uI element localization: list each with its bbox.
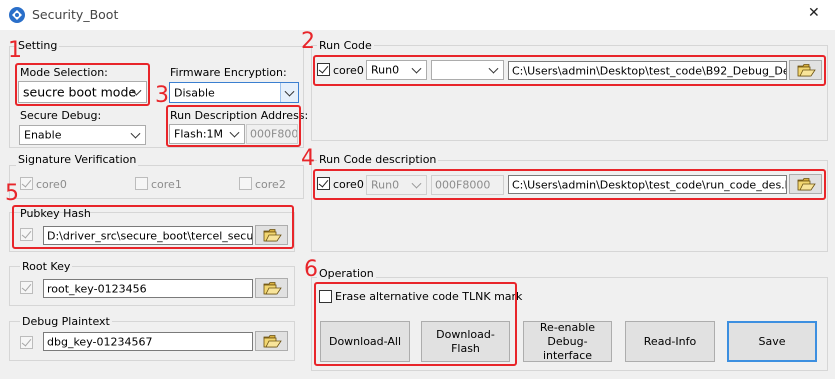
annotation-number-1: 1 (8, 38, 22, 63)
root-key-field[interactable]: root_key-0123456 (43, 279, 253, 298)
annotation-number-4: 4 (301, 146, 315, 171)
core0-signature-label: core0 (36, 178, 67, 191)
run-code-description-label: Run Code description (317, 153, 439, 166)
window-title: Security_Boot (32, 7, 119, 22)
annotation-number-6: 6 (304, 257, 318, 282)
debug-plaintext-browse-button[interactable] (255, 331, 288, 351)
core0-signature-checkbox[interactable] (20, 177, 33, 190)
close-icon[interactable]: ✕ (808, 5, 820, 21)
root-key-checkbox[interactable] (20, 281, 33, 294)
operation-label: Operation (317, 267, 376, 280)
save-button[interactable]: Save (727, 321, 817, 362)
root-key-value: root_key-0123456 (47, 282, 147, 295)
chevron-down-icon (127, 126, 145, 144)
read-info-label: Read-Info (643, 334, 697, 348)
setting-group-label: Setting (16, 39, 60, 52)
reenable-label-line1: Re-enable (539, 320, 596, 334)
debug-plaintext-value: dbg_key-01234567 (47, 335, 153, 348)
annotation-box-4 (313, 169, 826, 200)
reenable-debug-interface-button[interactable]: Re-enable Debug-interface (523, 321, 612, 362)
annotation-box-6 (314, 282, 517, 366)
firmware-encryption-value: Disable (174, 86, 215, 99)
app-icon (9, 7, 25, 23)
save-label: Save (758, 334, 786, 348)
open-folder-icon (263, 282, 282, 295)
title-bar: Security_Boot ✕ (0, 0, 835, 30)
firmware-encryption-label: Firmware Encryption: (170, 66, 287, 79)
annotation-box-3 (166, 105, 301, 147)
core2-signature-checkbox[interactable] (239, 177, 252, 190)
debug-plaintext-label: Debug Plaintext (20, 315, 112, 328)
open-folder-icon (263, 335, 282, 348)
annotation-number-5: 5 (5, 181, 19, 206)
secure-debug-label: Secure Debug: (20, 109, 102, 122)
reenable-label-line2: Debug-interface (542, 334, 593, 362)
secure-debug-dropdown[interactable]: Enable (19, 125, 146, 145)
firmware-encryption-dropdown[interactable]: Disable (169, 82, 299, 103)
debug-plaintext-checkbox[interactable] (20, 336, 33, 349)
signature-verification-label: Signature Verification (16, 153, 139, 166)
annotation-box-1 (15, 63, 150, 106)
annotation-number-2: 2 (301, 29, 315, 54)
chevron-down-icon (280, 83, 298, 102)
reenable-debug-interface-text: Re-enable Debug-interface (524, 321, 611, 363)
debug-plaintext-field[interactable]: dbg_key-01234567 (43, 332, 253, 351)
annotation-box-5 (12, 205, 294, 249)
core1-signature-checkbox[interactable] (135, 177, 148, 190)
core1-signature-label: core1 (151, 178, 182, 191)
root-key-browse-button[interactable] (255, 278, 288, 298)
annotation-number-3: 3 (155, 83, 169, 108)
run-code-label: Run Code (317, 39, 374, 52)
core2-signature-label: core2 (255, 178, 286, 191)
secure-debug-value: Enable (24, 128, 62, 142)
annotation-box-2 (313, 55, 826, 86)
root-key-label: Root Key (20, 260, 73, 273)
read-info-button[interactable]: Read-Info (625, 321, 715, 362)
